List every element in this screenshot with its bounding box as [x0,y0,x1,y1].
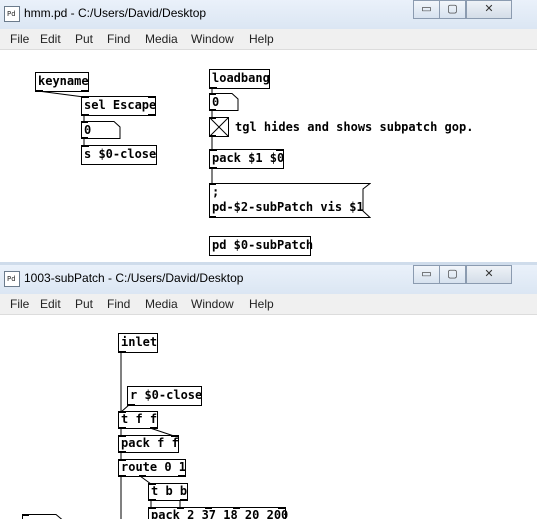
maximize-icon: ▢ [447,268,458,280]
menu-find[interactable]: Find [107,32,130,46]
loadbang-object[interactable]: loadbang [209,69,270,89]
menu-bar: File Edit Put Find Media Window Help [0,294,537,315]
pd-app-icon: Pd [4,6,20,22]
number-box-value: 0 [212,95,220,109]
title-bar[interactable]: Pd 1003-subPatch - C:/Users/David/Deskto… [0,265,537,294]
receive-close-object[interactable]: r $0-close [127,386,202,406]
trigger-bb-label: t b b [151,484,188,498]
sel-escape-label: sel Escape [84,98,157,112]
minimize-button[interactable]: ▭ [413,0,440,19]
close-button[interactable]: ✕ [466,0,512,19]
close-button[interactable]: ✕ [466,265,512,284]
patch-window-hmm: Pd hmm.pd - C:/Users/David/Desktop ▭ ▢ ✕… [0,0,537,262]
message-line-1: ; [212,185,220,199]
pack-ff-label: pack f f [121,436,179,450]
menu-help[interactable]: Help [249,32,274,46]
trigger-ff-object[interactable]: t f f [118,411,158,429]
pack-numbers-object[interactable]: pack 2 37 18 20 200 [148,507,289,519]
inlet-object[interactable]: inlet [118,333,158,353]
trigger-ff-label: t f f [121,412,158,426]
partial-box[interactable] [22,513,66,519]
menu-window[interactable]: Window [191,297,234,311]
send-close-object[interactable]: s $0-close [81,145,157,165]
number-box-value: 0 [84,123,92,137]
pack-ff-object[interactable]: pack f f [118,435,179,453]
menu-edit[interactable]: Edit [40,32,61,46]
window-title: 1003-subPatch - C:/Users/David/Desktop [24,271,244,285]
menu-bar: File Edit Put Find Media Window Help [0,29,537,50]
maximize-icon: ▢ [447,3,458,15]
menu-put[interactable]: Put [75,32,93,46]
receive-close-label: r $0-close [130,388,203,402]
send-close-label: s $0-close [84,147,157,161]
minimize-icon: ▭ [421,268,432,280]
pack-label: pack $1 $0 [212,151,285,165]
route-object[interactable]: route 0 1 [118,459,186,477]
keyname-label: keyname [38,74,89,88]
window-title: hmm.pd - C:/Users/David/Desktop [24,6,207,20]
patch-window-subpatch: Pd 1003-subPatch - C:/Users/David/Deskto… [0,265,537,519]
menu-help[interactable]: Help [249,297,274,311]
menu-find[interactable]: Find [107,297,130,311]
patch-canvas[interactable]: keyname sel Escape 0 s $0-close loadbang… [0,50,537,262]
toggle-x-icon [209,117,229,137]
sel-escape-object[interactable]: sel Escape [81,96,156,116]
close-icon: ✕ [484,3,494,15]
pack-numbers-label: pack 2 37 18 20 200 [151,508,289,519]
patch-canvas[interactable]: inlet r $0-close t f f pack f f route 0 … [0,315,537,519]
maximize-button[interactable]: ▢ [439,0,466,19]
title-bar[interactable]: Pd hmm.pd - C:/Users/David/Desktop ▭ ▢ ✕ [0,0,537,29]
menu-file[interactable]: File [10,297,29,311]
partial-box-shape [22,514,63,519]
keyname-object[interactable]: keyname [35,72,89,92]
pd-app-icon: Pd [4,271,20,287]
menu-edit[interactable]: Edit [40,297,61,311]
minimize-icon: ▭ [421,3,432,15]
message-box[interactable]: ; pd-$2-subPatch vis $1 [209,183,372,218]
menu-media[interactable]: Media [145,32,178,46]
close-icon: ✕ [484,268,494,280]
menu-put[interactable]: Put [75,297,93,311]
toggle-comment: tgl hides and shows subpatch gop. [235,120,474,134]
toggle[interactable] [209,117,229,137]
subpatch-label: pd $0-subPatch [212,238,314,252]
inlet-label: inlet [121,335,158,349]
route-label: route 0 1 [121,460,187,474]
minimize-button[interactable]: ▭ [413,265,440,284]
maximize-button[interactable]: ▢ [439,265,466,284]
pack-object[interactable]: pack $1 $0 [209,149,284,169]
number-box-left[interactable]: 0 [81,121,121,139]
message-line-2: pd-$2-subPatch vis $1 [212,200,364,214]
menu-window[interactable]: Window [191,32,234,46]
menu-file[interactable]: File [10,32,29,46]
trigger-bb-object[interactable]: t b b [148,483,188,501]
subpatch-object[interactable]: pd $0-subPatch [209,236,314,256]
number-box-right[interactable]: 0 [209,93,239,111]
patch-cords [120,353,181,519]
loadbang-label: loadbang [212,71,270,85]
menu-media[interactable]: Media [145,297,178,311]
